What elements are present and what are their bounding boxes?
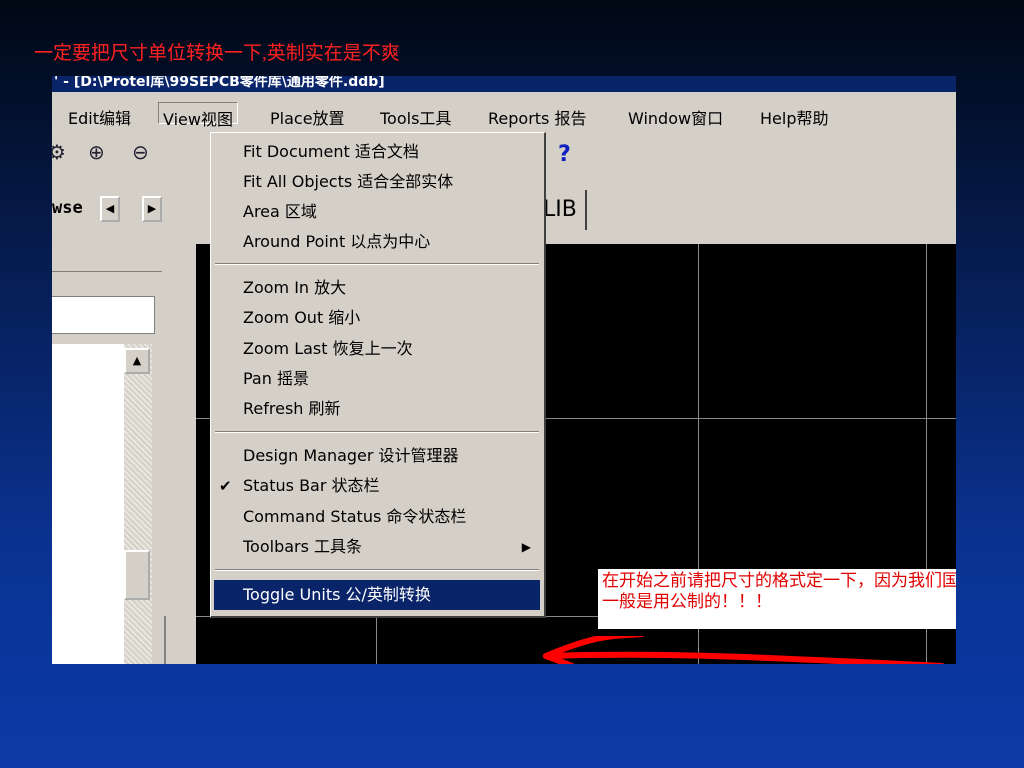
menu-item-fit-all-objects[interactable]: Fit All Objects 适合全部实体 (211, 167, 543, 197)
menu-item-zoom-last[interactable]: Zoom Last 恢复上一次 (211, 334, 543, 364)
checkmark-icon: ✔ (219, 477, 232, 495)
menu-item-toggle-units[interactable]: Toggle Units 公/英制转换 (214, 580, 540, 610)
menu-item-pan[interactable]: Pan 摇景 (211, 364, 543, 394)
app-screenshot: ' - [D:\Protel库\99SEPCB零件库\通用零件.ddb] Edi… (52, 76, 956, 664)
panel-divider (52, 271, 162, 272)
menu-item-refresh[interactable]: Refresh 刷新 (211, 394, 543, 424)
panel-frame (164, 616, 200, 664)
menu-item-status-bar[interactable]: ✔ Status Bar 状态栏 (211, 471, 543, 501)
route-tool-icon[interactable]: ⚙ (52, 140, 66, 164)
red-arrow-icon (543, 636, 945, 664)
browse-label: wse (52, 198, 83, 218)
menu-window[interactable]: Window窗口 (628, 105, 723, 129)
menu-separator (215, 263, 539, 265)
menu-item-toolbars[interactable]: Toolbars 工具条 ▶ (211, 532, 543, 562)
annotation-note: 在开始之前请把尺寸的格式定一下，因为我们国人一般是用公制的！！！ (598, 569, 956, 629)
view-menu-dropdown: Fit Document 适合文档 Fit All Objects 适合全部实体… (210, 132, 546, 618)
component-list[interactable] (52, 344, 124, 664)
menu-bar: Edit编辑 View视图 Place放置 Tools工具 Reports 报告… (52, 100, 956, 129)
menu-help[interactable]: Help帮助 (760, 105, 828, 129)
menu-separator (215, 431, 539, 433)
zoom-out-icon[interactable]: ⊖ (132, 140, 149, 164)
menu-reports[interactable]: Reports 报告 (488, 105, 586, 129)
menu-item-zoom-in[interactable]: Zoom In 放大 (211, 273, 543, 303)
scroll-thumb[interactable] (124, 550, 150, 600)
menu-item-zoom-out[interactable]: Zoom Out 缩小 (211, 303, 543, 333)
menu-tools[interactable]: Tools工具 (380, 105, 451, 129)
submenu-arrow-icon: ▶ (521, 540, 531, 554)
menu-separator (215, 569, 539, 571)
filter-input[interactable] (52, 296, 155, 334)
scroll-up-button[interactable]: ▲ (124, 348, 150, 374)
zoom-in-icon[interactable]: ⊕ (88, 140, 105, 164)
menu-item-around-point[interactable]: Around Point 以点为中心 (211, 227, 543, 257)
menu-item-command-status[interactable]: Command Status 命令状态栏 (211, 502, 543, 532)
next-button[interactable]: ▶ (142, 196, 162, 222)
slide-title: 一定要把尺寸单位转换一下,英制实在是不爽 (34, 43, 400, 64)
prev-button[interactable]: ◀ (100, 196, 120, 222)
window-title: ' - [D:\Protel库\99SEPCB零件库\通用零件.ddb] (52, 76, 956, 92)
list-scrollbar[interactable] (124, 344, 152, 664)
menu-item-design-manager[interactable]: Design Manager 设计管理器 (211, 441, 543, 471)
help-icon[interactable]: ? (558, 142, 571, 167)
menu-item-fit-document[interactable]: Fit Document 适合文档 (211, 137, 543, 167)
menu-edit[interactable]: Edit编辑 (68, 105, 131, 129)
menu-place[interactable]: Place放置 (270, 105, 345, 129)
menu-item-area[interactable]: Area 区域 (211, 197, 543, 227)
menu-view[interactable]: View视图 (158, 102, 238, 129)
